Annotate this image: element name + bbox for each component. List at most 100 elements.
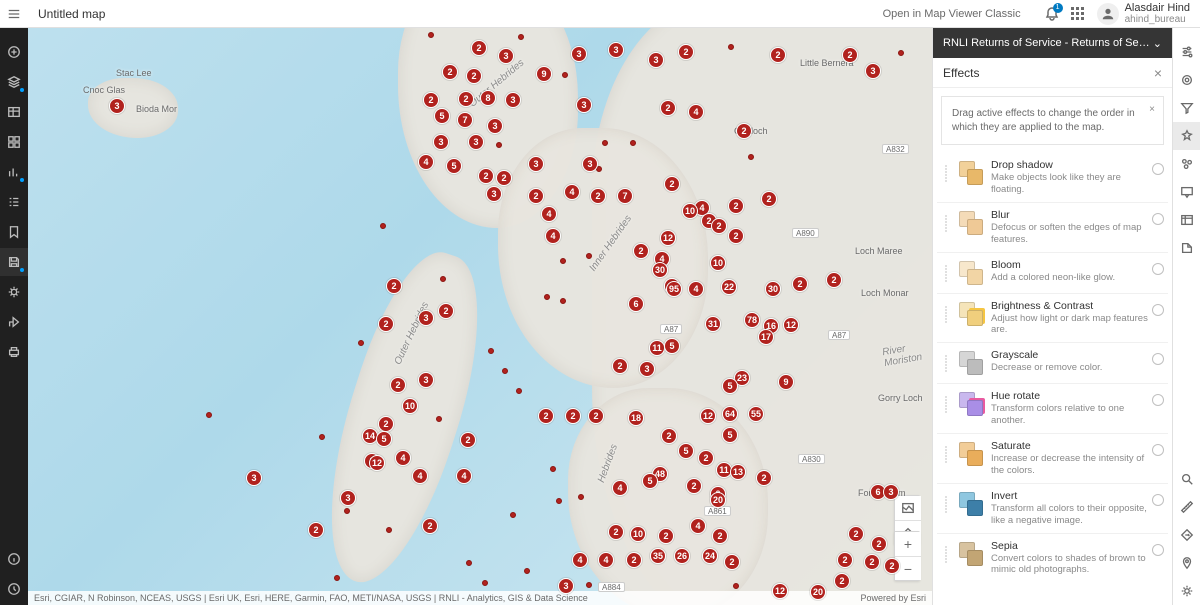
cluster-marker[interactable]: 3 xyxy=(418,372,434,388)
cluster-marker[interactable]: 2 xyxy=(678,44,694,60)
cluster-marker[interactable]: 7 xyxy=(457,112,473,128)
cluster-marker[interactable]: 5 xyxy=(434,108,450,124)
cluster-marker[interactable]: 2 xyxy=(698,450,714,466)
cluster-marker[interactable]: 4 xyxy=(688,281,704,297)
cluster-marker[interactable]: 2 xyxy=(608,524,624,540)
cluster-marker[interactable]: 2 xyxy=(633,243,649,259)
cluster-marker[interactable]: 4 xyxy=(418,154,434,170)
bookmarks-button[interactable] xyxy=(0,218,28,246)
data-point[interactable] xyxy=(386,527,392,533)
cluster-marker[interactable]: 5 xyxy=(678,443,694,459)
data-point[interactable] xyxy=(466,560,472,566)
cluster-marker[interactable]: 11 xyxy=(649,340,665,356)
cluster-marker[interactable]: 22 xyxy=(721,279,737,295)
cluster-marker[interactable]: 5 xyxy=(722,427,738,443)
data-point[interactable] xyxy=(586,582,592,588)
cluster-marker[interactable]: 12 xyxy=(700,408,716,424)
effect-row[interactable]: SepiaConvert colors to shades of brown t… xyxy=(937,533,1168,583)
data-point[interactable] xyxy=(562,72,568,78)
cluster-marker[interactable]: 12 xyxy=(783,317,799,333)
cluster-marker[interactable]: 3 xyxy=(883,484,899,500)
cluster-marker[interactable]: 3 xyxy=(582,156,598,172)
cluster-marker[interactable]: 3 xyxy=(639,361,655,377)
cluster-marker[interactable]: 10 xyxy=(630,526,646,542)
data-point[interactable] xyxy=(358,340,364,346)
cluster-marker[interactable]: 3 xyxy=(486,186,502,202)
data-point[interactable] xyxy=(510,512,516,518)
drag-handle-icon[interactable] xyxy=(941,355,951,372)
cluster-marker[interactable]: 2 xyxy=(724,554,740,570)
app-launcher-button[interactable] xyxy=(1065,0,1091,28)
cluster-marker[interactable]: 2 xyxy=(770,47,786,63)
data-point[interactable] xyxy=(586,253,592,259)
cluster-marker[interactable]: 2 xyxy=(871,536,887,552)
data-point[interactable] xyxy=(524,568,530,574)
share-button[interactable] xyxy=(0,308,28,336)
drag-handle-icon[interactable] xyxy=(941,546,951,563)
effect-row[interactable]: Hue rotateTransform colors relative to o… xyxy=(937,383,1168,433)
effects-button[interactable] xyxy=(1173,122,1200,150)
cluster-marker[interactable]: 2 xyxy=(496,170,512,186)
data-point[interactable] xyxy=(319,434,325,440)
search-button[interactable] xyxy=(1173,465,1200,493)
data-point[interactable] xyxy=(578,494,584,500)
cluster-marker[interactable]: 10 xyxy=(682,203,698,219)
cluster-marker[interactable]: 4 xyxy=(690,518,706,534)
effect-toggle[interactable] xyxy=(1152,444,1164,456)
cluster-marker[interactable]: 2 xyxy=(728,228,744,244)
cluster-marker[interactable]: 2 xyxy=(423,92,439,108)
cluster-marker[interactable]: 3 xyxy=(433,134,449,150)
cluster-button[interactable] xyxy=(1173,150,1200,178)
cluster-marker[interactable]: 3 xyxy=(571,46,587,62)
cluster-marker[interactable]: 5 xyxy=(446,158,462,174)
data-point[interactable] xyxy=(602,140,608,146)
print-button[interactable] xyxy=(0,338,28,366)
cluster-marker[interactable]: 2 xyxy=(612,358,628,374)
cluster-marker[interactable]: 2 xyxy=(826,272,842,288)
effect-row[interactable]: SaturateIncrease or decrease the intensi… xyxy=(937,433,1168,483)
layers-button[interactable] xyxy=(0,68,28,96)
cluster-marker[interactable]: 3 xyxy=(468,134,484,150)
cluster-marker[interactable]: 2 xyxy=(736,123,752,139)
drag-handle-icon[interactable] xyxy=(941,265,951,282)
cluster-marker[interactable]: 5 xyxy=(664,338,680,354)
cluster-marker[interactable]: 2 xyxy=(588,408,604,424)
cluster-marker[interactable]: 5 xyxy=(376,431,392,447)
add-layer-button[interactable] xyxy=(0,38,28,66)
open-classic-link[interactable]: Open in Map Viewer Classic xyxy=(883,8,1021,20)
effect-toggle[interactable] xyxy=(1152,213,1164,225)
legend-button[interactable] xyxy=(0,188,28,216)
cluster-marker[interactable]: 3 xyxy=(487,118,503,134)
cluster-marker[interactable]: 10 xyxy=(710,255,726,271)
drag-handle-icon[interactable] xyxy=(941,306,951,323)
cluster-marker[interactable]: 5 xyxy=(722,378,738,394)
filter-button[interactable] xyxy=(1173,94,1200,122)
cluster-marker[interactable]: 4 xyxy=(541,206,557,222)
cluster-marker[interactable]: 30 xyxy=(652,262,668,278)
cluster-marker[interactable]: 2 xyxy=(761,191,777,207)
cluster-marker[interactable]: 2 xyxy=(837,552,853,568)
cluster-marker[interactable]: 3 xyxy=(418,310,434,326)
cluster-marker[interactable]: 2 xyxy=(438,303,454,319)
menu-button[interactable] xyxy=(0,0,28,28)
fields-button[interactable] xyxy=(1173,206,1200,234)
cluster-marker[interactable]: 64 xyxy=(722,406,738,422)
cluster-marker[interactable]: 7 xyxy=(617,188,633,204)
cluster-marker[interactable]: 2 xyxy=(565,408,581,424)
data-point[interactable] xyxy=(496,142,502,148)
about-button[interactable] xyxy=(0,545,28,573)
cluster-marker[interactable]: 35 xyxy=(650,548,666,564)
cluster-marker[interactable]: 6 xyxy=(628,296,644,312)
data-point[interactable] xyxy=(544,294,550,300)
cluster-marker[interactable]: 13 xyxy=(730,464,746,480)
map-canvas[interactable]: + − Esri, CGIAR, N Robinson, NCEAS, USGS… xyxy=(28,28,932,605)
cluster-marker[interactable]: 4 xyxy=(395,450,411,466)
cluster-marker[interactable]: 2 xyxy=(590,188,606,204)
cluster-marker[interactable]: 95 xyxy=(666,281,682,297)
effect-toggle[interactable] xyxy=(1152,304,1164,316)
measure-button[interactable] xyxy=(1173,493,1200,521)
cluster-marker[interactable]: 9 xyxy=(536,66,552,82)
data-point[interactable] xyxy=(482,580,488,586)
data-point[interactable] xyxy=(436,416,442,422)
cluster-marker[interactable]: 3 xyxy=(340,490,356,506)
